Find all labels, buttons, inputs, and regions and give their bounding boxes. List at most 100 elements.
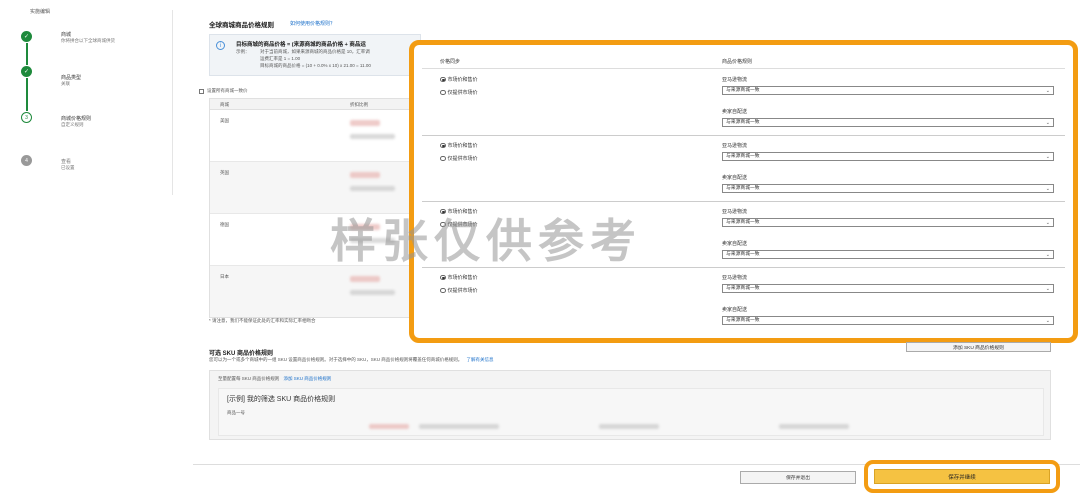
redacted-value [369,424,409,429]
select-value: 与来源商城一致 [726,318,760,323]
info-line: 运费汇率是 1 = 1.00 [260,56,301,61]
fbm-label: 卖家自配送 [722,109,748,115]
info-line: 对于当前商城，如果来源商城的商品价格是 10，汇率调 [260,49,370,54]
table-header-cell: 商城 [220,102,229,107]
radio-option[interactable]: 市场价和售价 [440,76,478,83]
fbm-rule-select[interactable]: 与来源商城一致 ⌄ [722,250,1054,259]
fbm-label: 卖家自配送 [722,175,748,181]
info-headline: 目标商城的商品价格 = (来源商城的商品价格 + 商品运 [236,42,366,48]
radio-button[interactable] [440,155,446,162]
step-1[interactable]: 商城 你将拼合以下全球商城供货 [61,31,115,44]
save-continue-highlight: 保存并继续 [864,460,1060,493]
sku-tabs-label: 至量配置每 SKU 商品价格规则 [218,376,280,381]
info-line: 目标商城的商品价格 = (10 + 0.0% x 10) x 21.00 = 1… [260,63,371,68]
fba-rule-select[interactable]: 与来源商城一致 ⌄ [722,152,1054,161]
fbm-label: 卖家自配送 [722,241,748,247]
fbm-rule-select[interactable]: 与来源商城一致 ⌄ [722,316,1054,325]
step-connector [26,78,28,111]
price-rule-row: 市场价和售价 仅提供市场价 亚马逊物流 与来源商城一致 ⌄ 卖家自配送 与来源商城… [422,70,1065,136]
fbm-rule-select[interactable]: 与来源商城一致 ⌄ [722,118,1054,127]
fba-label: 亚马逊物流 [722,275,748,281]
step-subtitle: 已设置 [61,165,75,170]
redacted-value [350,290,395,295]
radio-button-selected[interactable] [440,274,446,281]
redacted-value [350,134,395,139]
table-cell: 美国 [220,118,229,123]
redacted-value [779,424,849,429]
price-rule-row: 市场价和售价 仅提供市场价 亚马逊物流 与来源商城一致 ⌄ 卖家自配送 与来源商城… [422,268,1065,334]
radio-option[interactable]: 仅提供市场价 [440,89,478,96]
fba-label: 亚马逊物流 [722,143,748,149]
info-icon: i [216,41,225,50]
select-value: 与来源商城一致 [726,220,760,225]
add-sku-rule-link[interactable]: 添加 SKU 商品价格规则 [284,376,332,381]
radio-button-selected[interactable] [440,142,446,149]
fbm-label: 卖家自配送 [722,307,748,313]
help-link[interactable]: 如何使用价格规则？ [290,20,335,27]
chevron-down-icon: ⌄ [1045,318,1050,324]
learn-more-link[interactable]: 了解有关信息 [467,357,494,362]
step-title: 查看 [61,159,72,165]
save-and-exit-button[interactable]: 保存并退出 [740,471,856,484]
radio-option[interactable]: 市场价和售价 [440,274,478,281]
radio-label: 仅提供市场价 [447,156,478,162]
save-and-continue-button[interactable]: 保存并继续 [874,469,1050,484]
radio-label: 市场价和售价 [447,143,478,149]
same-price-checkbox[interactable] [199,88,204,94]
select-value: 与来源商城一致 [726,120,760,125]
checkbox-label: 设置所有商城一致价 [207,88,248,93]
add-sku-rule-button[interactable]: 添加 SKU 商品价格规则 [906,342,1051,352]
sku-description: 您可以为一个或多个商城中的一组 SKU 设置商品价格规则。对于选择中的 SKU，… [209,357,494,363]
chevron-down-icon: ⌄ [1045,186,1050,192]
price-rule-panel-highlight: 价格同步 商品价格规则 市场价和售价 仅提供市场价 亚马逊物流 与来源商城一致 ⌄… [409,40,1078,343]
redacted-value [599,424,659,429]
same-price-checkbox-row[interactable]: 设置所有商城一致价 [199,88,248,94]
fba-label: 亚马逊物流 [722,209,748,215]
sku-description-text: 您可以为一个或多个商城中的一组 SKU 设置商品价格规则。对于选择中的 SKU，… [209,357,463,362]
fbm-rule-select[interactable]: 与来源商城一致 ⌄ [722,184,1054,193]
fba-rule-select[interactable]: 与来源商城一致 ⌄ [722,86,1054,95]
sku-rules-box: 至量配置每 SKU 商品价格规则 添加 SKU 商品价格规则 [示例] 我的筛选… [209,370,1051,440]
radio-label: 市场价和售价 [447,77,478,83]
radio-button-selected[interactable] [440,76,446,83]
panel-header: 价格同步 商品价格规则 [422,51,1065,69]
radio-option[interactable]: 仅提供市场价 [440,287,478,294]
step-3[interactable]: 商城价格规则 自定义规则 [61,115,91,128]
stepper-title: 实施编辑 [30,9,51,15]
chevron-down-icon: ⌄ [1045,120,1050,126]
sidebar-divider [172,10,173,195]
step-subtitle: 你将拼合以下全球商城供货 [61,38,115,43]
step-subtitle: 自定义规则 [61,122,84,127]
panel-header-sync: 价格同步 [440,59,461,65]
step-2[interactable]: 商品类型 关联 [61,74,81,87]
radio-label: 仅提供市场价 [447,90,478,96]
fba-rule-select[interactable]: 与来源商城一致 ⌄ [722,284,1054,293]
redacted-value [350,172,380,178]
radio-option[interactable]: 仅提供市场价 [440,155,478,162]
step-title: 商城 [61,32,72,38]
sku-tabs-row: 至量配置每 SKU 商品价格规则 添加 SKU 商品价格规则 [218,376,331,382]
step-4-todo-icon: 4 [21,155,32,166]
step-4[interactable]: 查看 已设置 [61,158,75,171]
radio-label: 市场价和售价 [447,275,478,281]
redacted-value [350,186,395,191]
step-1-check-icon: ✓ [21,31,32,42]
sample-watermark: 样张仅供参考 [330,214,642,268]
select-value: 与来源商城一致 [726,286,760,291]
sku-section-title: 可选 SKU 商品价格规则 [209,351,274,357]
info-box: i 目标商城的商品价格 = (来源商城的商品价格 + 商品运 示例： 对于当前商… [209,34,421,76]
redacted-value [350,120,380,126]
step-title: 商城价格规则 [61,116,92,122]
price-rule-row: 市场价和售价 仅提供市场价 亚马逊物流 与来源商城一致 ⌄ 卖家自配送 与来源商城… [422,136,1065,202]
chevron-down-icon: ⌄ [1045,154,1050,160]
chevron-down-icon: ⌄ [1045,220,1050,226]
sku-example-card[interactable]: [示例] 我的筛选 SKU 商品价格规则 商品一号 [218,388,1044,436]
chevron-down-icon: ⌄ [1045,252,1050,258]
sku-example-title: [示例] 我的筛选 SKU 商品价格规则 [227,396,336,403]
radio-option[interactable]: 市场价和售价 [440,142,478,149]
fba-rule-select[interactable]: 与来源商城一致 ⌄ [722,218,1054,227]
radio-button[interactable] [440,89,446,96]
table-header-cell: 折扣比例 [350,102,368,107]
radio-button[interactable] [440,287,446,294]
section-title: 全球商城商品价格规则 [209,22,274,29]
